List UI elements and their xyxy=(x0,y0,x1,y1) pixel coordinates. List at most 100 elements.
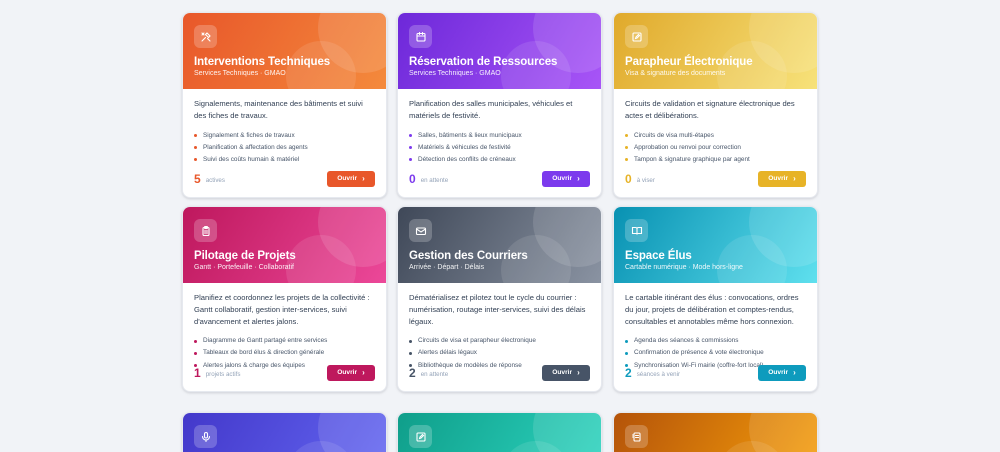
card-header: Espace Élus Cartable numérique · Mode ho… xyxy=(614,207,817,283)
open-button[interactable]: Ouvrir › xyxy=(327,170,375,187)
bullet-dot xyxy=(625,158,628,162)
card-title: Réservation de Ressources xyxy=(409,56,558,68)
module-card-reservation[interactable]: Réservation de Ressources Services Techn… xyxy=(397,12,602,198)
open-button[interactable]: Ouvrir › xyxy=(542,364,590,381)
bullet-dot xyxy=(194,146,197,150)
card-description: Planifiez et coordonnez les projets de l… xyxy=(194,293,370,326)
chevron-right-icon: › xyxy=(793,367,796,377)
bullet-dot xyxy=(625,146,628,150)
feature-item: Matériels & véhicules de festivité xyxy=(409,142,590,154)
card-subtitle: Services Techniques · GMAO xyxy=(409,70,501,77)
feature-item: Approbation ou renvoi pour correction xyxy=(625,142,806,154)
card-title: Espace Élus xyxy=(625,250,692,262)
count-value: 2 xyxy=(409,365,416,380)
count-value: 1 xyxy=(194,365,201,380)
card-title: Gestion des Courriers xyxy=(409,250,528,262)
count-label: actives xyxy=(205,176,225,184)
feature-list: Circuits de visa multi-étapes Approbatio… xyxy=(625,130,806,167)
microphone-icon xyxy=(194,425,217,448)
module-card-interventions[interactable]: Interventions Techniques Services Techni… xyxy=(182,12,387,198)
feature-item: Salles, bâtiments & lieux municipaux xyxy=(409,130,590,142)
feature-list: Salles, bâtiments & lieux municipaux Mat… xyxy=(409,130,590,167)
card-footer: 0 à viser Ouvrir › xyxy=(625,170,806,187)
card-description: Circuits de validation et signature élec… xyxy=(625,99,795,120)
feature-item: Tableaux de bord élus & direction généra… xyxy=(194,347,375,359)
card-footer: 5 actives Ouvrir › xyxy=(194,170,375,187)
count-label: en attente xyxy=(420,370,449,378)
feature-list: Signalement & fiches de travaux Planific… xyxy=(194,130,375,167)
count-label: en attente xyxy=(420,176,449,184)
calendar-icon xyxy=(409,25,432,48)
card-description: Planification des salles municipales, vé… xyxy=(409,99,573,120)
feature-item: Planification & affectation des agents xyxy=(194,142,375,154)
card-description: Dématérialisez et pilotez tout le cycle … xyxy=(409,293,586,326)
card-header: Interventions Techniques Services Techni… xyxy=(183,13,386,89)
card-subtitle: Cartable numérique · Mode hors-ligne xyxy=(625,264,743,271)
count-value: 2 xyxy=(625,365,632,380)
feature-item: Agenda des séances & commissions xyxy=(625,335,806,347)
feature-item: Alertes délais légaux xyxy=(409,347,590,359)
mail-icon xyxy=(409,219,432,242)
count-value: 0 xyxy=(625,171,632,186)
bullet-dot xyxy=(194,134,197,138)
open-button[interactable]: Ouvrir › xyxy=(327,364,375,381)
bullet-dot xyxy=(625,352,628,356)
module-card-projets[interactable]: Pilotage de Projets Gantt · Portefeuille… xyxy=(182,206,387,392)
chevron-right-icon: › xyxy=(362,367,365,377)
chevron-right-icon: › xyxy=(793,173,796,183)
bullet-dot xyxy=(194,158,197,162)
pen-icon xyxy=(625,25,648,48)
feature-item: Circuits de visa multi-étapes xyxy=(625,130,806,142)
bullet-dot xyxy=(625,134,628,138)
card-description: Signalements, maintenance des bâtiments … xyxy=(194,99,363,120)
bullet-dot xyxy=(409,134,412,138)
card-header: Parapheur Électronique Visa & signature … xyxy=(614,13,817,89)
bullet-dot xyxy=(409,146,412,150)
card-subtitle: Arrivée · Départ · Délais xyxy=(409,264,485,271)
feature-item: Signalement & fiches de travaux xyxy=(194,130,375,142)
chevron-right-icon: › xyxy=(577,173,580,183)
card-footer: 2 séances à venir Ouvrir › xyxy=(625,364,806,381)
bullet-dot xyxy=(409,352,412,356)
feature-item: Suivi des coûts humain & matériel xyxy=(194,154,375,166)
card-subtitle: Services Techniques · GMAO xyxy=(194,70,286,77)
card-title: Pilotage de Projets xyxy=(194,250,296,262)
card-header: Réservation de Ressources Services Techn… xyxy=(398,13,601,89)
clipboard-icon xyxy=(194,219,217,242)
card-footer: 2 en attente Ouvrir › xyxy=(409,364,590,381)
bullet-dot xyxy=(194,352,197,356)
book-icon xyxy=(625,219,648,242)
card-header xyxy=(398,413,601,452)
open-button[interactable]: Ouvrir › xyxy=(542,170,590,187)
card-description: Le cartable itinérant des élus : convoca… xyxy=(625,293,799,326)
card-subtitle: Visa & signature des documents xyxy=(625,70,726,77)
module-card-partial[interactable] xyxy=(397,412,602,452)
chevron-right-icon: › xyxy=(362,173,365,183)
card-subtitle: Gantt · Portefeuille · Collaboratif xyxy=(194,264,294,271)
count-value: 5 xyxy=(194,171,201,186)
open-button[interactable]: Ouvrir › xyxy=(758,170,806,187)
bullet-dot xyxy=(409,339,412,343)
feature-item: Détection des conflits de créneaux xyxy=(409,154,590,166)
count-value: 0 xyxy=(409,171,416,186)
feature-item: Circuits de visa et parapheur électroniq… xyxy=(409,335,590,347)
card-header xyxy=(614,413,817,452)
feature-item: Confirmation de présence & vote électron… xyxy=(625,347,806,359)
module-card-partial[interactable] xyxy=(613,412,818,452)
card-footer: 1 projets actifs Ouvrir › xyxy=(194,364,375,381)
open-button[interactable]: Ouvrir › xyxy=(758,364,806,381)
module-card-courriers[interactable]: Gestion des Courriers Arrivée · Départ ·… xyxy=(397,206,602,392)
module-card-partial[interactable] xyxy=(182,412,387,452)
feature-item: Diagramme de Gantt partagé entre service… xyxy=(194,335,375,347)
module-card-elus[interactable]: Espace Élus Cartable numérique · Mode ho… xyxy=(613,206,818,392)
card-header xyxy=(183,413,386,452)
edit-icon xyxy=(409,425,432,448)
tools-icon xyxy=(194,25,217,48)
feature-item: Tampon & signature graphique par agent xyxy=(625,154,806,166)
chevron-right-icon: › xyxy=(577,367,580,377)
receipt-icon xyxy=(625,425,648,448)
module-card-parapheur[interactable]: Parapheur Électronique Visa & signature … xyxy=(613,12,818,198)
bullet-dot xyxy=(194,339,197,343)
card-footer: 0 en attente Ouvrir › xyxy=(409,170,590,187)
count-label: à viser xyxy=(636,176,655,184)
